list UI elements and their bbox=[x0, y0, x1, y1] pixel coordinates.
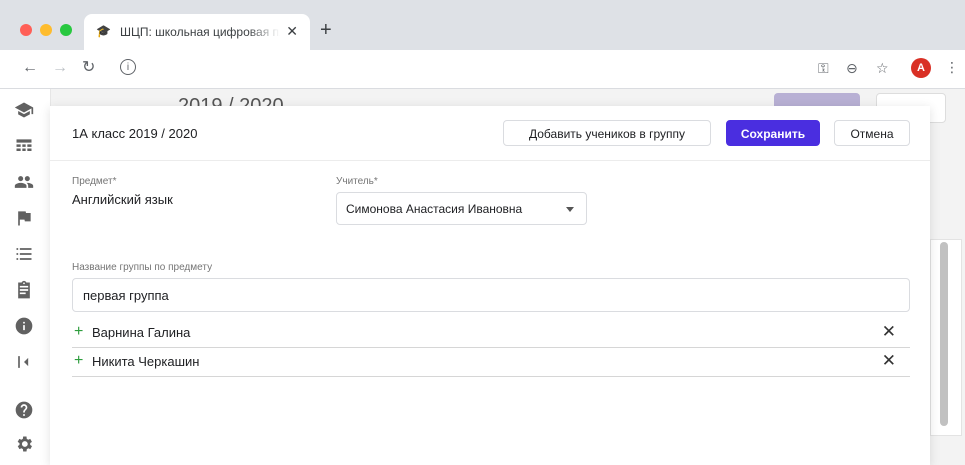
student-name: Варнина Галина bbox=[92, 325, 191, 340]
group-name-label: Название группы по предмету bbox=[72, 262, 213, 273]
teacher-select[interactable]: Симонова Анастасия Ивановна bbox=[336, 192, 587, 225]
add-students-button[interactable]: Добавить учеников в группу bbox=[503, 120, 711, 146]
browser-menu-icon[interactable]: ⋮ bbox=[945, 59, 959, 76]
edit-group-modal: 1А класс 2019 / 2020 Добавить учеников в… bbox=[50, 106, 930, 465]
tab-close-icon[interactable]: ✕ bbox=[286, 23, 298, 40]
remove-student-close-icon[interactable]: ✕ bbox=[882, 323, 896, 341]
list-icon[interactable] bbox=[14, 244, 36, 266]
tab-title: ШЦП: школьная цифровая платформа bbox=[120, 25, 280, 39]
teacher-select-value: Симонова Анастасия Ивановна bbox=[346, 202, 523, 216]
save-button[interactable]: Сохранить bbox=[726, 120, 820, 146]
people-icon[interactable] bbox=[14, 172, 36, 194]
flag-icon[interactable] bbox=[14, 208, 36, 230]
key-icon[interactable]: ⚿ bbox=[818, 60, 829, 77]
profile-avatar[interactable]: A bbox=[911, 58, 931, 78]
window-maximize-button[interactable] bbox=[60, 24, 72, 36]
student-row: + Никита Черкашин ✕ bbox=[72, 348, 910, 377]
student-name: Никита Черкашин bbox=[92, 354, 200, 369]
graduation-cap-icon[interactable] bbox=[14, 100, 36, 122]
schedule-table-icon[interactable] bbox=[14, 136, 36, 158]
remove-student-close-icon[interactable]: ✕ bbox=[882, 352, 896, 370]
favicon-icon: 🎓 bbox=[96, 24, 111, 38]
sidebar bbox=[0, 89, 51, 465]
cancel-button[interactable]: Отмена bbox=[834, 120, 910, 146]
subject-label: Предмет* bbox=[72, 176, 117, 187]
back-icon[interactable]: ← bbox=[22, 59, 38, 77]
teacher-label: Учитель* bbox=[336, 176, 378, 187]
clipboard-icon[interactable] bbox=[14, 280, 36, 302]
info-icon[interactable] bbox=[14, 316, 36, 338]
collapse-sidebar-icon[interactable] bbox=[14, 352, 36, 374]
new-tab-button[interactable]: + bbox=[320, 20, 332, 40]
site-info-icon[interactable]: i bbox=[120, 59, 136, 75]
bookmark-star-icon[interactable]: ☆ bbox=[876, 60, 889, 77]
add-plus-icon[interactable]: + bbox=[74, 352, 83, 370]
reload-icon[interactable]: ↻ bbox=[82, 59, 95, 77]
scrollbar[interactable] bbox=[940, 242, 948, 426]
dropdown-caret-icon bbox=[566, 207, 574, 212]
browser-toolbar: ← → ↻ i ⚿ ⊖ ☆ A ⋮ bbox=[0, 50, 965, 89]
zoom-icon[interactable]: ⊖ bbox=[846, 60, 858, 77]
add-plus-icon[interactable]: + bbox=[74, 323, 83, 341]
window-minimize-button[interactable] bbox=[40, 24, 52, 36]
forward-icon[interactable]: → bbox=[52, 59, 68, 77]
modal-title: 1А класс 2019 / 2020 bbox=[72, 126, 198, 141]
browser-tab[interactable]: 🎓 ШЦП: школьная цифровая платформа ✕ bbox=[84, 14, 310, 50]
settings-gear-icon[interactable] bbox=[14, 434, 36, 456]
group-name-input[interactable] bbox=[72, 278, 910, 312]
student-row: + Варнина Галина ✕ bbox=[72, 319, 910, 348]
subject-value: Английский язык bbox=[72, 192, 173, 207]
browser-tab-bar: 🎓 ШЦП: школьная цифровая платформа ✕ + bbox=[0, 0, 965, 50]
modal-header: 1А класс 2019 / 2020 Добавить учеников в… bbox=[50, 106, 930, 161]
window-close-button[interactable] bbox=[20, 24, 32, 36]
help-icon[interactable] bbox=[14, 400, 36, 422]
